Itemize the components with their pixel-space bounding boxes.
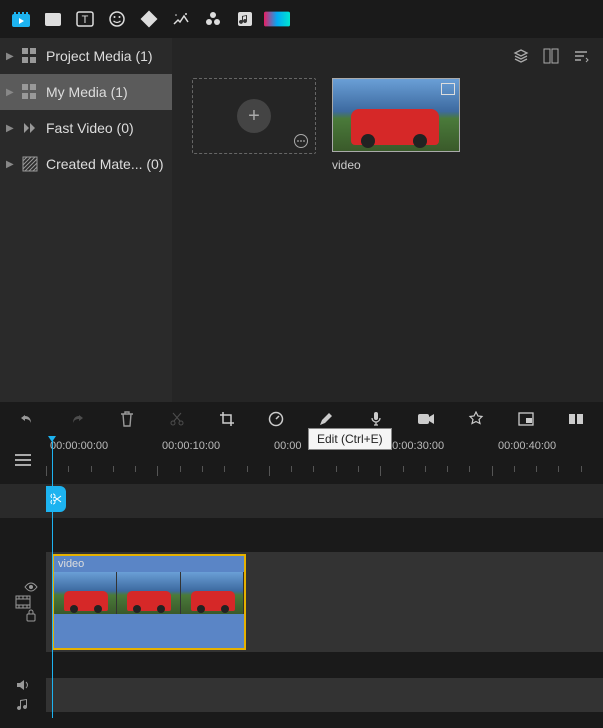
video-clip[interactable]: video <box>52 554 246 650</box>
timeline-ruler: 00:00:00:00 00:00:10:00 00:00 00:00:30:0… <box>0 436 603 484</box>
sort-icon[interactable] <box>573 48 589 64</box>
time-label: 00:00 <box>274 440 302 452</box>
chevron-right-icon: ▶ <box>6 123 14 134</box>
timeline-toolbar: Edit (Ctrl+E) <box>0 402 603 436</box>
text-tab-icon[interactable]: T <box>72 6 98 32</box>
time-label: 00:00:00:00 <box>50 440 108 452</box>
crop-button[interactable] <box>218 409 236 429</box>
hatch-icon <box>22 156 38 172</box>
fast-forward-icon <box>22 120 38 136</box>
sidebar-item-label: Fast Video (0) <box>46 120 134 136</box>
timeline-menu-button[interactable] <box>15 454 31 466</box>
chroma-button[interactable] <box>467 409 485 429</box>
grid-icon <box>22 48 38 64</box>
playhead-line[interactable] <box>52 436 53 718</box>
media-clip-label: video <box>332 158 460 172</box>
film-icon <box>441 83 455 95</box>
media-sidebar: ▶ Project Media (1) ▶ My Media (1) ▶ Fas… <box>0 38 172 402</box>
scissors-icon[interactable] <box>46 486 66 512</box>
grid-icon <box>22 84 38 100</box>
sidebar-item-project-media[interactable]: ▶ Project Media (1) <box>0 38 172 74</box>
sidebar-item-label: Project Media (1) <box>46 48 153 64</box>
plus-icon: + <box>237 99 271 133</box>
record-button[interactable] <box>417 409 435 429</box>
top-toolbar: T <box>0 0 603 38</box>
music-icon <box>16 697 30 711</box>
file-tab-icon[interactable] <box>40 6 66 32</box>
chevron-right-icon: ▶ <box>6 87 14 98</box>
sidebar-item-label: My Media (1) <box>46 84 128 100</box>
sticker-tab-icon[interactable] <box>104 6 130 32</box>
media-thumbnail <box>332 78 460 152</box>
grid-view-icon[interactable] <box>543 48 559 64</box>
audio-track <box>0 672 603 718</box>
transition-tab-icon[interactable] <box>168 6 194 32</box>
element-tab-icon[interactable] <box>200 6 226 32</box>
effect-tab-icon[interactable] <box>136 6 162 32</box>
time-label: 00:00:10:00 <box>162 440 220 452</box>
split-screen-button[interactable] <box>567 409 585 429</box>
eye-icon[interactable] <box>24 582 38 592</box>
voiceover-button[interactable] <box>367 409 385 429</box>
sidebar-item-created-materials[interactable]: ▶ Created Mate... (0) <box>0 146 172 182</box>
speed-button[interactable] <box>268 409 286 429</box>
time-label: 00:00:30:00 <box>386 440 444 452</box>
import-media-button[interactable]: + <box>192 78 316 154</box>
sidebar-item-my-media[interactable]: ▶ My Media (1) <box>0 74 172 110</box>
chevron-right-icon: ▶ <box>6 51 14 62</box>
music-tab-icon[interactable] <box>232 6 258 32</box>
media-clip[interactable]: video <box>332 78 460 172</box>
clip-label: video <box>58 558 84 570</box>
speaker-icon[interactable] <box>16 679 30 691</box>
chevron-right-icon: ▶ <box>6 159 14 170</box>
media-tab-icon[interactable] <box>8 6 34 32</box>
lock-icon[interactable] <box>25 608 37 622</box>
pip-button[interactable] <box>517 409 535 429</box>
color-tab-icon[interactable] <box>264 6 290 32</box>
undo-button[interactable] <box>18 409 36 429</box>
sidebar-item-label: Created Mate... (0) <box>46 156 164 172</box>
svg-text:T: T <box>82 14 89 26</box>
marker-track <box>0 484 603 518</box>
tooltip: Edit (Ctrl+E) <box>308 428 392 450</box>
more-options-icon[interactable] <box>293 133 309 149</box>
sidebar-item-fast-video[interactable]: ▶ Fast Video (0) <box>0 110 172 146</box>
layers-icon[interactable] <box>513 48 529 64</box>
media-panel: + video <box>172 38 603 402</box>
delete-button[interactable] <box>118 409 136 429</box>
redo-button[interactable] <box>68 409 86 429</box>
video-track: video <box>0 546 603 658</box>
cut-button[interactable] <box>168 409 186 429</box>
time-label: 00:00:40:00 <box>498 440 556 452</box>
edit-button[interactable] <box>317 409 335 429</box>
